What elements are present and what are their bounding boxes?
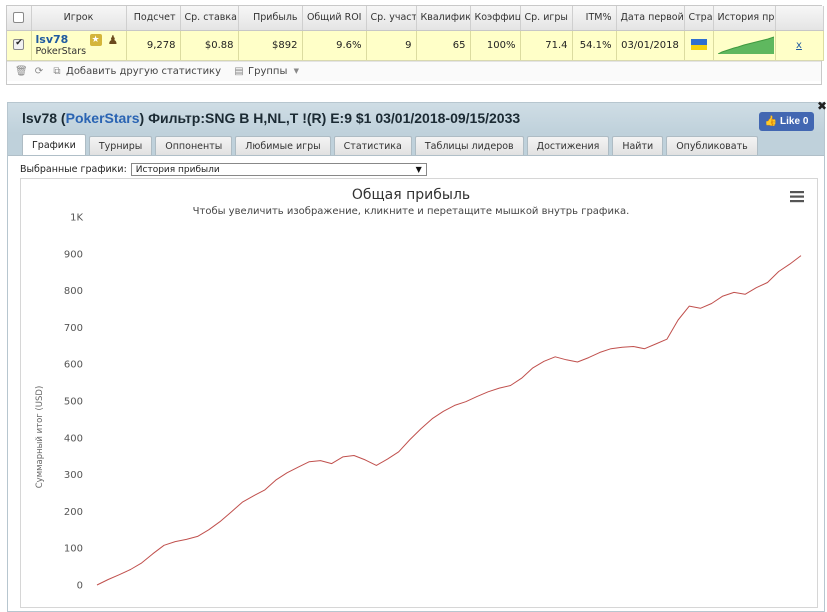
chart-selector-label: Выбранные графики: [20, 164, 127, 175]
title-room-link[interactable]: PokerStars [66, 110, 140, 126]
chart-selector-row: Выбранные графики: История прибыли ▼ [20, 163, 427, 176]
chart-svg[interactable]: Общая прибыль Чтобы увеличить изображени… [21, 179, 819, 609]
cell-count: 9,278 [126, 30, 181, 61]
tab-publish[interactable]: Опубликовать [666, 136, 758, 155]
groups-icon: ▤ [234, 65, 244, 77]
y-tick-label: 700 [64, 323, 83, 334]
chart-select[interactable]: История прибыли ▼ [130, 163, 427, 176]
tab-statistics[interactable]: Статистика [333, 136, 412, 155]
y-tick-label: 300 [64, 470, 83, 481]
header-roi[interactable]: Общий ROI [302, 6, 367, 31]
header-avg-field[interactable]: Ср. участ [366, 6, 417, 31]
chart-menu-icon[interactable] [790, 191, 804, 203]
header-count[interactable]: Подсчет [126, 6, 181, 31]
profit-sparkline[interactable] [717, 36, 774, 54]
panel-title: lsv78 (PokerStars) Фильтр:SNG B H,NL,T !… [22, 110, 521, 126]
header-itm[interactable]: ITM% [572, 6, 617, 31]
y-tick-label: 400 [64, 433, 83, 444]
title-filter: Фильтр:SNG B H,NL,T !(R) E:9 $1 03/01/20… [148, 110, 521, 126]
y-tick-label: 0 [77, 581, 83, 592]
player-room: PokerStars [35, 45, 87, 57]
profit-chart[interactable]: Общая прибыль Чтобы увеличить изображени… [20, 178, 818, 608]
header-first-date[interactable]: Дата первой [616, 6, 685, 31]
chart-title: Общая прибыль [352, 187, 470, 203]
add-stats-icon: ⧉ [53, 65, 61, 77]
header-coefficient[interactable]: Коэффиц [470, 6, 521, 31]
chart-y-axis-label: Суммарный итог (USD) [35, 386, 45, 489]
player-panel: lsv78 (PokerStars) Фильтр:SNG B H,NL,T !… [7, 99, 827, 612]
ukraine-flag-icon [690, 39, 707, 51]
player-rank-icon: ♟ [107, 32, 119, 47]
groups-label: Группы [248, 65, 288, 77]
cell-coefficient: 100% [470, 30, 521, 61]
header-profit[interactable]: Прибыль [238, 6, 303, 31]
tab-achievements[interactable]: Достижения [526, 136, 610, 155]
groups-dropdown[interactable]: ▤ Группы ▼ [233, 66, 302, 77]
header-country[interactable]: Стра [684, 6, 714, 31]
stats-header-row: Игрок Подсчет Ср. ставка Прибыль Общий R… [7, 6, 824, 31]
cell-avg-stake: $0.88 [180, 30, 239, 61]
header-qualified[interactable]: Квалифик [416, 6, 471, 31]
cell-country [684, 30, 714, 61]
chart-subtitle: Чтобы увеличить изображение, кликните и … [193, 206, 630, 217]
header-avg-stake[interactable]: Ср. ставка [180, 6, 239, 31]
y-tick-label: 1K [70, 213, 83, 224]
header-player[interactable]: Игрок [31, 6, 127, 31]
y-tick-label: 100 [64, 544, 83, 555]
table-row[interactable]: lsv78 PokerStars ★ ♟ 9,278 $0.88 $892 9.… [7, 30, 824, 61]
stats-toolbar: 🗑 ⟳ ⧉ Добавить другую статистику ▤ Групп… [7, 60, 821, 81]
cell-qualified: 65 [416, 30, 471, 61]
tab-tournaments[interactable]: Турниры [88, 136, 153, 155]
tab-charts[interactable]: Графики [22, 134, 86, 155]
cell-avg-field: 9 [366, 30, 417, 61]
tab-opponents[interactable]: Оппоненты [155, 136, 233, 155]
plot-area [96, 255, 802, 586]
cell-first-date: 03/01/2018 [616, 30, 685, 61]
select-all-checkbox[interactable] [13, 12, 25, 24]
y-tick-label: 900 [64, 249, 83, 260]
tab-find[interactable]: Найти [612, 136, 664, 155]
header-select-all[interactable] [7, 6, 32, 31]
cell-profit: $892 [238, 30, 303, 61]
stats-table-panel: Игрок Подсчет Ср. ставка Прибыль Общий R… [6, 5, 824, 85]
y-tick-label: 200 [64, 507, 83, 518]
close-icon[interactable]: ✖ [817, 99, 827, 113]
panel-header: lsv78 (PokerStars) Фильтр:SNG B H,NL,T !… [8, 99, 827, 133]
tab-leaderboards[interactable]: Таблицы лидеров [414, 136, 524, 155]
dropdown-arrow-icon: ▼ [415, 165, 422, 174]
y-tick-label: 800 [64, 286, 83, 297]
y-tick-label: 500 [64, 397, 83, 408]
stats-table: Игрок Подсчет Ср. ставка Прибыль Общий R… [7, 6, 824, 61]
header-remove [775, 6, 824, 31]
series-line[interactable] [96, 255, 802, 586]
row-checkbox[interactable] [13, 38, 25, 51]
cell-itm: 54.1% [572, 30, 617, 61]
like-label: Like 0 [780, 116, 809, 127]
tab-favorite-games[interactable]: Любимые игры [235, 136, 331, 155]
star-badge-icon: ★ [89, 33, 102, 46]
title-player: lsv78 [22, 110, 58, 126]
add-stats-button[interactable]: ⧉ Добавить другую статистику [51, 66, 221, 77]
row-select[interactable] [7, 30, 32, 61]
header-history[interactable]: История пр [713, 6, 776, 31]
chart-select-value: История прибыли [135, 164, 220, 175]
add-stats-label: Добавить другую статистику [66, 65, 222, 77]
refresh-icon[interactable]: ⟳ [33, 66, 45, 77]
y-tick-label: 600 [64, 360, 83, 371]
y-axis-ticks: 0 100 200 300 400 500 600 700 800 900 1K [64, 213, 84, 592]
cell-roi: 9.6% [302, 30, 367, 61]
facebook-like-button[interactable]: 👍 Like 0 [759, 112, 814, 131]
chevron-down-icon: ▼ [293, 67, 300, 75]
cell-remove[interactable]: x [775, 30, 824, 61]
panel-tabs: Графики Турниры Оппоненты Любимые игры С… [8, 133, 824, 156]
remove-row-link[interactable]: x [796, 40, 802, 51]
cell-avg-games: 71.4 [520, 30, 573, 61]
trash-icon[interactable]: 🗑 [15, 66, 28, 77]
thumbs-up-icon: 👍 [764, 116, 778, 127]
cell-history[interactable] [713, 30, 776, 61]
player-cell[interactable]: lsv78 PokerStars ★ ♟ [31, 30, 127, 61]
header-avg-games[interactable]: Ср. игры [520, 6, 573, 31]
